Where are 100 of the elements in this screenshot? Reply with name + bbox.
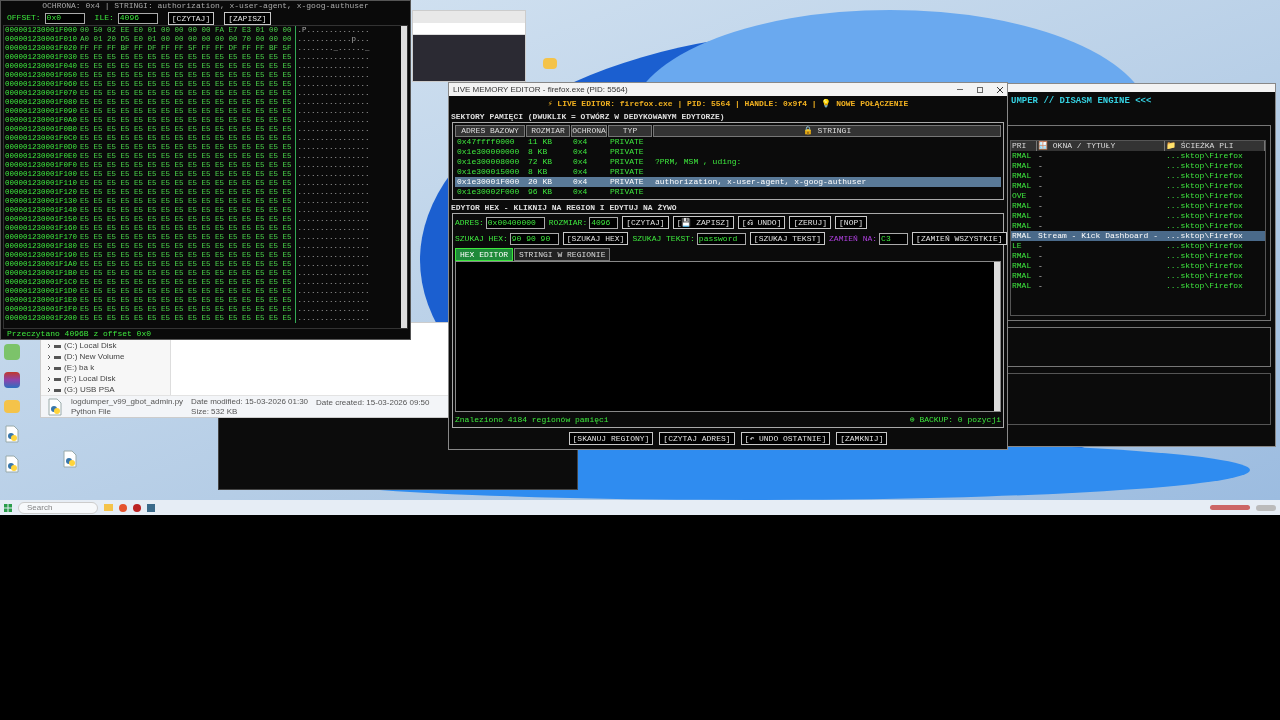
memory-region-row[interactable]: 0x1e300015000 8 KB 0x4 PRIVATE: [455, 167, 1001, 177]
process-row[interactable]: RMAL - ...sktop\Firefox: [1011, 210, 1265, 221]
table-cell-text: ...sktop\Firefox: [1165, 260, 1244, 271]
field-label: SZUKAJ HEX:: [455, 232, 508, 245]
bracket-button[interactable]: [ZAMKNIJ]: [836, 432, 888, 445]
column-header[interactable]: TYP: [608, 125, 652, 137]
bracket-button[interactable]: [CZYTAJ ADRES]: [659, 432, 735, 445]
table-cell-text: PRIVATE: [609, 137, 645, 147]
process-row[interactable]: RMAL - ...sktop\Firefox: [1011, 250, 1265, 261]
bracket-button[interactable]: [CZYTAJ]: [167, 11, 215, 25]
table-cell-text: RMAL: [1011, 260, 1033, 271]
process-row[interactable]: RMAL - ...sktop\Firefox: [1011, 180, 1265, 191]
column-header[interactable]: ROZMIAR: [526, 125, 570, 137]
table-cell-text: PRIVATE: [609, 177, 645, 187]
section-label: EDYTOR HEX - KLIKNIJ NA REGION I EDYTUJ NA ŻYWO: [450, 203, 678, 213]
python-file-icon: [4, 425, 20, 443]
memory-region-row[interactable]: 0x47ffff0000 11 KB 0x4 PRIVATE: [455, 137, 1001, 147]
bracket-button[interactable]: [ZAPISZ]: [224, 11, 271, 25]
bracket-button[interactable]: [SKANUJ REGIONY]: [568, 432, 654, 445]
table-cell-text: RMAL: [1011, 270, 1033, 281]
status-text: Znaleziono 4184 regionów pamięci: [455, 415, 609, 425]
memory-region-row[interactable]: 0x1e30001F000 20 KB 0x4 PRIVATE authorization, x-user-agent, x-goog-authuser: [455, 177, 1001, 187]
bracket-button[interactable]: [⎌ UNDO]: [737, 216, 786, 229]
table-cell-text: authorization, x-user-agent, x-goog-authuser: [654, 177, 868, 187]
browser-icon[interactable]: [119, 503, 127, 512]
table-cell-text: -: [1037, 200, 1044, 211]
start-icon[interactable]: [4, 503, 12, 512]
process-row[interactable]: RMAL - ...sktop\Firefox: [1011, 220, 1265, 231]
table-cell-text: PRIVATE: [609, 147, 645, 157]
table-cell-text: -: [1037, 280, 1044, 291]
bracket-button[interactable]: [NOP]: [835, 216, 868, 229]
memory-region-row[interactable]: 0x1e300008000 72 KB 0x4 PRIVATE ?PRM, MSM , uding:: [455, 157, 1001, 167]
drive-tree-item[interactable]: (D:) New Volume: [64, 352, 125, 362]
process-row[interactable]: RMAL - ...sktop\Firefox: [1011, 200, 1265, 211]
field-label: ILE:: [94, 12, 114, 24]
bracket-button[interactable]: [↶ UNDO OSTATNIE]: [740, 432, 831, 445]
process-row[interactable]: RMAL Stream - Kick Dashboard - ...sktop\Firefox: [1011, 230, 1265, 241]
input-field[interactable]: 90 90 90: [509, 232, 559, 245]
table-cell-text: 0x1e30001F000: [456, 177, 521, 187]
table-cell-text: -: [1037, 160, 1044, 171]
column-header[interactable]: PRI: [1011, 140, 1037, 151]
input-field[interactable]: 4096: [589, 216, 619, 229]
column-header[interactable]: 🪟 OKNA / TYTUŁY: [1037, 140, 1165, 151]
file-type: Python File: [71, 406, 113, 417]
table-cell-text: 0x4: [572, 137, 589, 147]
bracket-button[interactable]: [ZERUJ]: [789, 216, 832, 229]
protection-info: OCHRONA: 0x4 | STRINGI: authorization, x-user-agent, x-goog-authuser: [41, 1, 370, 11]
drive-tree-item[interactable]: (C:) Local Disk: [64, 341, 117, 351]
column-header[interactable]: ADRES BAZOWY: [455, 125, 525, 137]
input-field[interactable]: password: [696, 232, 746, 245]
archive-icon[interactable]: [4, 372, 20, 388]
table-cell-text: RMAL: [1011, 150, 1033, 161]
tab[interactable]: STRINGI W REGIONIE: [514, 248, 611, 261]
input-field[interactable]: 0x0: [44, 12, 85, 24]
process-row[interactable]: RMAL - ...sktop\Firefox: [1011, 270, 1265, 281]
table-cell-text: RMAL: [1011, 230, 1033, 241]
close-icon[interactable]: [997, 86, 1003, 93]
python-file-icon: [62, 450, 78, 468]
process-row[interactable]: RMAL - ...sktop\Firefox: [1011, 150, 1265, 161]
process-row[interactable]: RMAL - ...sktop\Firefox: [1011, 280, 1265, 291]
scrollbar[interactable]: [994, 262, 1000, 411]
process-row[interactable]: RMAL - ...sktop\Firefox: [1011, 260, 1265, 271]
input-field[interactable]: C3: [879, 232, 909, 245]
table-cell-text: RMAL: [1011, 200, 1033, 211]
table-cell-text: RMAL: [1011, 160, 1033, 171]
scrollbar[interactable]: [401, 26, 407, 328]
column-header[interactable]: 📁 ŚCIEŻKA PLI: [1165, 140, 1265, 151]
table-cell-text: 20 KB: [527, 177, 553, 187]
table-cell-text: -: [1037, 150, 1044, 161]
date-created-text: Date created: 15-03-2026 09:50: [316, 397, 430, 408]
table-cell-text: 0x1e300008000: [456, 157, 521, 167]
table-cell-text: ?PRM, MSM , uding:: [654, 157, 743, 167]
memory-region-row[interactable]: 0x1e300000000 8 KB 0x4 PRIVATE: [455, 147, 1001, 157]
table-cell-text: 0x1e30002F000: [456, 187, 521, 197]
process-row[interactable]: RMAL - ...sktop\Firefox: [1011, 170, 1265, 181]
bracket-button[interactable]: [CZYTAJ]: [622, 216, 669, 229]
tab[interactable]: HEX EDITOR: [455, 248, 513, 261]
search-field[interactable]: Search: [18, 501, 98, 514]
process-row[interactable]: RMAL - ...sktop\Firefox: [1011, 160, 1265, 171]
status-text: Przeczytano 4096B z offset 0x0: [6, 329, 153, 339]
input-field[interactable]: 0x00400000: [485, 216, 545, 229]
section-label: SEKTORY PAMIĘCI (DWUKLIK = OTWÓRZ W DEDYKOWANYM EDYTORZE): [450, 112, 726, 122]
column-header[interactable]: 🔒 STRINGI: [653, 125, 1001, 137]
connection-header: ⚡ LIVE EDITOR: firefox.exe | PID: 5564 | HANDLE: 0x9f4 | 💡 NOWE POŁĄCZENIE: [546, 98, 910, 110]
bracket-button[interactable]: [SZUKAJ TEKST]: [749, 232, 826, 245]
column-header[interactable]: OCHRONA: [571, 125, 607, 137]
table-cell-text: RMAL: [1011, 180, 1033, 191]
maximize-icon[interactable]: [977, 86, 983, 93]
drive-tree-item[interactable]: (F:) Local Disk: [64, 374, 116, 384]
table-cell-text: PRIVATE: [609, 167, 645, 177]
input-field[interactable]: 4096: [117, 12, 158, 24]
memory-region-row[interactable]: 0x1e30002F000 96 KB 0x4 PRIVATE: [455, 187, 1001, 197]
process-row[interactable]: OVE - ...sktop\Firefox: [1011, 190, 1265, 201]
bracket-button[interactable]: [💾 ZAPISZ]: [672, 216, 734, 229]
bracket-button[interactable]: [SZUKAJ HEX]: [562, 232, 629, 245]
bracket-button[interactable]: [ZAMIEŃ WSZYSTKIE]: [912, 232, 1007, 245]
drive-tree-item[interactable]: (E:) ba k: [64, 363, 95, 373]
table-cell-text: 0x4: [572, 147, 589, 157]
drive-tree-item[interactable]: (G:) USB PSA: [64, 385, 115, 395]
process-row[interactable]: LE - ...sktop\Firefox: [1011, 240, 1265, 251]
